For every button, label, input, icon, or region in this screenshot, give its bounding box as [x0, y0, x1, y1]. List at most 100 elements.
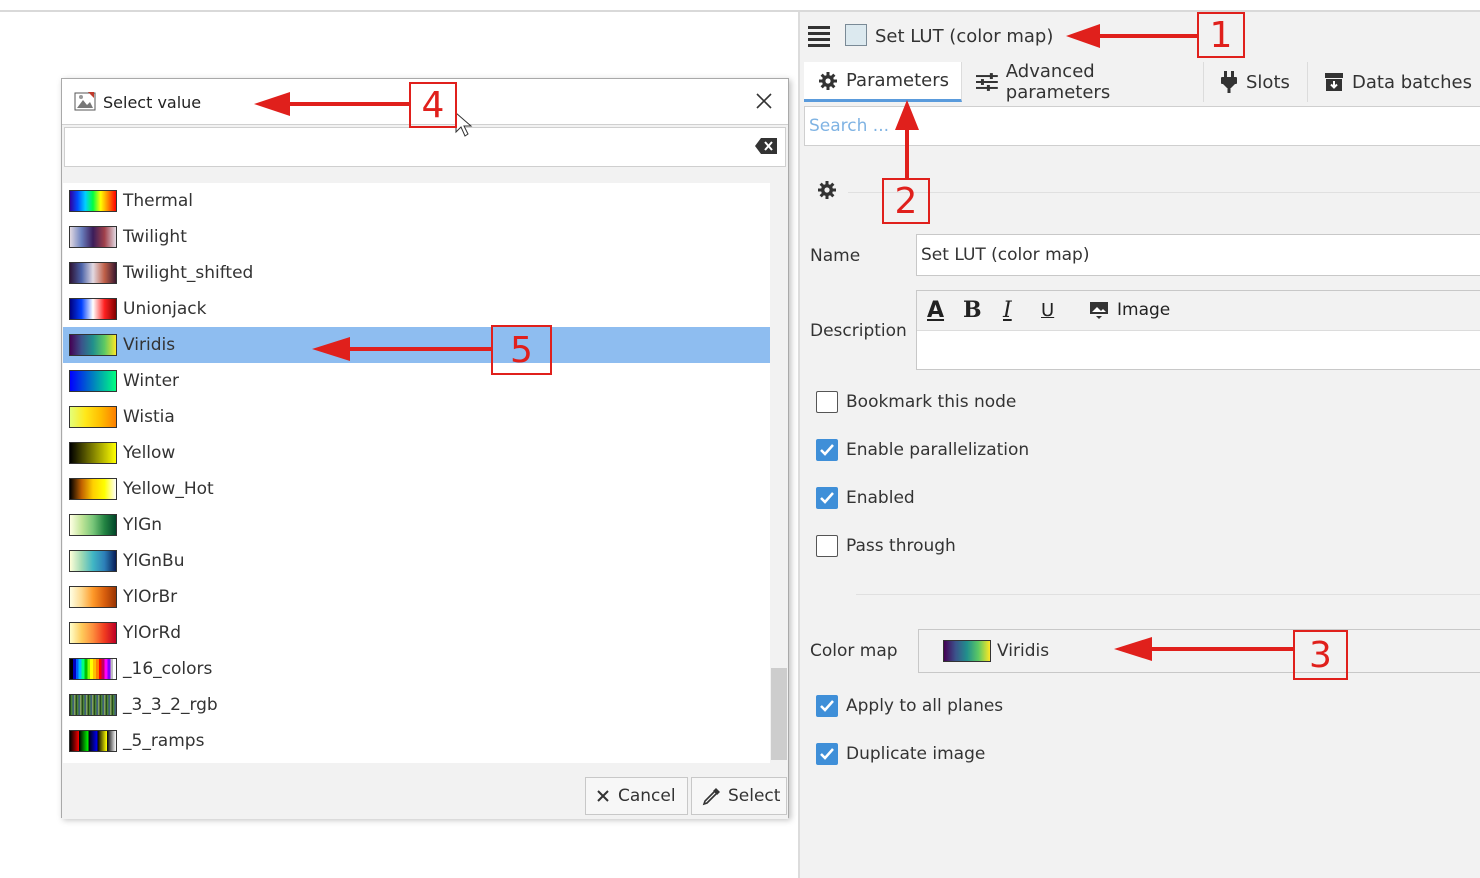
underline-button[interactable]: U	[1041, 295, 1054, 325]
checkmark-icon	[820, 748, 834, 760]
italic-button[interactable]: I	[1003, 295, 1012, 325]
plug-icon	[1221, 71, 1237, 93]
font-color-button[interactable]: A	[927, 295, 944, 325]
list-item-16-colors[interactable]: _16_colors	[63, 651, 771, 687]
node-color-swatch	[845, 24, 867, 46]
description-label: Description	[810, 321, 907, 341]
list-item-winter[interactable]: Winter	[63, 363, 771, 399]
annotation-arrow-1-head	[1066, 24, 1100, 48]
list-item-yellow-hot[interactable]: Yellow_Hot	[63, 471, 771, 507]
close-icon[interactable]	[754, 91, 774, 111]
dialog-footer: Cancel Select	[62, 763, 788, 819]
tab-parameters[interactable]: Parameters	[804, 62, 962, 102]
list-item-3-3-2-rgb[interactable]: _3_3_2_rgb	[63, 687, 771, 723]
list-item-ylgn[interactable]: YlGn	[63, 507, 771, 543]
list-item-label: YlGnBu	[123, 551, 185, 571]
list-item-label: Winter	[123, 371, 180, 391]
insert-image-button[interactable]: Image	[1089, 295, 1170, 325]
apply-all-planes-checkbox-row[interactable]: Apply to all planes	[816, 693, 1003, 719]
list-item-label: Twilight_shifted	[123, 263, 254, 283]
lut-swatch	[69, 262, 117, 284]
enabled-checkbox[interactable]	[816, 487, 838, 509]
tab-advanced-parameters[interactable]: Advanced parameters	[962, 61, 1204, 103]
duplicate-image-checkbox[interactable]	[816, 743, 838, 765]
hamburger-menu-icon[interactable]	[808, 26, 830, 47]
section-gear-icon	[818, 181, 836, 199]
lut-swatch	[69, 334, 117, 356]
description-text-area[interactable]	[917, 331, 1480, 369]
image-icon	[1090, 302, 1108, 319]
name-input[interactable]	[916, 234, 1480, 276]
list-item-thermal[interactable]: Thermal	[63, 183, 771, 219]
list-item-label: YlGn	[123, 515, 163, 535]
lut-swatch	[69, 406, 117, 428]
list-item-label: Thermal	[123, 191, 194, 211]
colormap-selector[interactable]: Viridis	[918, 629, 1480, 673]
bookmark-checkbox-row[interactable]: Bookmark this node	[816, 389, 1016, 415]
list-item-5-ramps[interactable]: _5_ramps	[63, 723, 771, 759]
parallelization-checkbox-row[interactable]: Enable parallelization	[816, 437, 1029, 463]
lut-swatch	[69, 226, 117, 248]
list-item-label: Viridis	[123, 335, 176, 355]
tab-slots-label: Slots	[1246, 71, 1290, 93]
list-item-label: _3_3_2_rgb	[123, 695, 218, 715]
name-label: Name	[810, 246, 861, 266]
select-button[interactable]: Select	[691, 777, 787, 815]
list-item-twilight-shifted[interactable]: Twilight_shifted	[63, 255, 771, 291]
list-item-label: Yellow_Hot	[123, 479, 214, 499]
colormap-value: Viridis	[997, 641, 1050, 661]
insert-image-label: Image	[1117, 300, 1171, 320]
list-item-label: Wistia	[123, 407, 175, 427]
description-toolbar: A B I U Image	[917, 291, 1480, 331]
tab-data-batches[interactable]: Data batches	[1308, 62, 1480, 102]
annotation-callout-5: 5	[491, 325, 552, 375]
tab-slots[interactable]: Slots	[1204, 62, 1308, 102]
screen: Set LUT (color map) Parameters Advanced …	[0, 0, 1480, 878]
lut-swatch	[69, 370, 117, 392]
checkmark-icon	[820, 492, 834, 504]
list-item-label: YlOrBr	[123, 587, 178, 607]
duplicate-image-checkbox-row[interactable]: Duplicate image	[816, 741, 985, 767]
list-item-label: YlOrRd	[123, 623, 182, 643]
dialog-search-input[interactable]	[64, 127, 786, 167]
list-item-viridis[interactable]: Viridis	[63, 327, 771, 363]
annotation-arrow-2-shaft	[905, 126, 909, 178]
bookmark-checkbox[interactable]	[816, 391, 838, 413]
enabled-checkbox-row[interactable]: Enabled	[816, 485, 915, 511]
checkmark-icon	[820, 444, 834, 456]
list-item-label: _16_colors	[123, 659, 213, 679]
lut-swatch	[69, 514, 117, 536]
select-value-dialog: Select value Thermal Twilight Twilight_s…	[61, 78, 789, 819]
lut-swatch	[69, 658, 117, 680]
lut-swatch	[69, 730, 117, 752]
cancel-label: Cancel	[618, 786, 676, 806]
list-item-ylorrd[interactable]: YlOrRd	[63, 615, 771, 651]
list-item-ylgnbu[interactable]: YlGnBu	[63, 543, 771, 579]
list-item-yellow[interactable]: Yellow	[63, 435, 771, 471]
list-item-label: _5_ramps	[123, 731, 205, 751]
cancel-button[interactable]: Cancel	[585, 777, 688, 815]
apply-all-planes-checkbox[interactable]	[816, 695, 838, 717]
bold-button[interactable]: B	[963, 295, 982, 325]
annotation-arrow-5-head	[312, 337, 350, 361]
lut-list: Thermal Twilight Twilight_shifted Unionj…	[63, 183, 771, 763]
list-item-unionjack[interactable]: Unionjack	[63, 291, 771, 327]
list-scrollbar-thumb[interactable]	[771, 668, 787, 760]
annotation-arrow-3-shaft	[1150, 647, 1293, 651]
group-divider	[856, 594, 1480, 595]
list-item-wistia[interactable]: Wistia	[63, 399, 771, 435]
annotation-callout-2: 2	[882, 178, 930, 224]
mouse-cursor-icon	[455, 112, 473, 137]
list-item-ylorbr[interactable]: YlOrBr	[63, 579, 771, 615]
pass-through-label: Pass through	[846, 536, 956, 556]
section-divider	[848, 192, 1480, 193]
parallelization-checkbox[interactable]	[816, 439, 838, 461]
clear-input-icon[interactable]	[754, 137, 778, 155]
annotation-arrow-2-head	[895, 100, 919, 130]
lut-swatch	[69, 622, 117, 644]
enabled-label: Enabled	[846, 488, 915, 508]
annotation-arrow-3-head	[1114, 637, 1152, 661]
list-item-twilight[interactable]: Twilight	[63, 219, 771, 255]
pass-through-checkbox-row[interactable]: Pass through	[816, 533, 956, 559]
pass-through-checkbox[interactable]	[816, 535, 838, 557]
